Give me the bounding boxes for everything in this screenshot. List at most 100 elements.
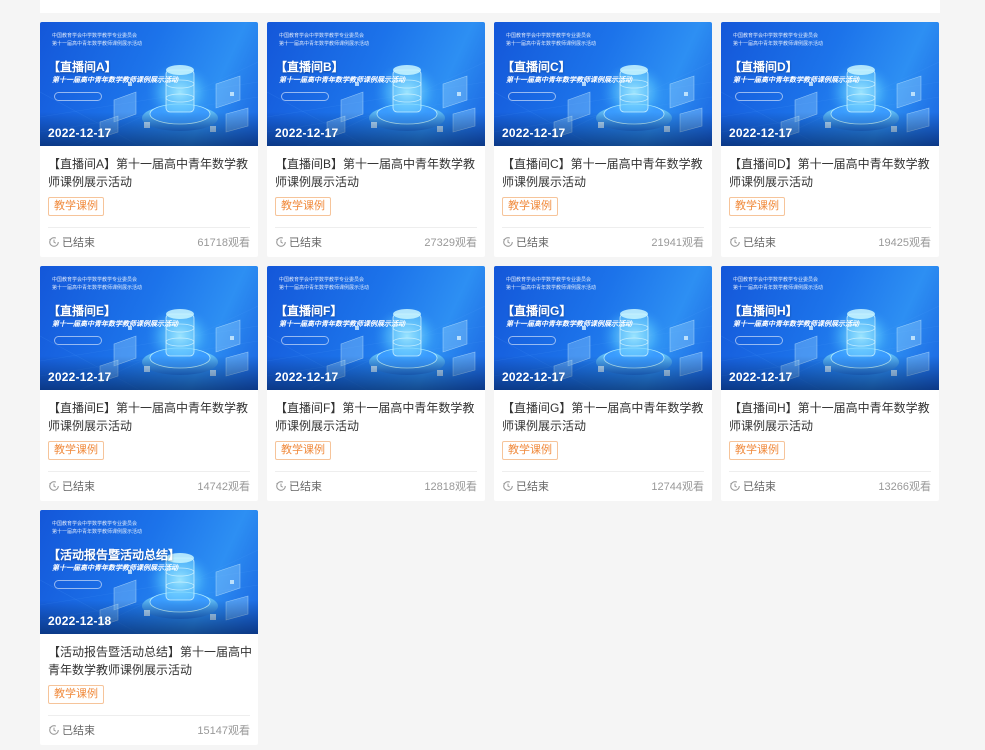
status-text: 已结束 <box>289 481 322 493</box>
live-card-2[interactable]: 中国教育学会中学数学教学专业委员会 第十一届高中青年数学教师课例展示活动 【直播… <box>267 22 485 257</box>
status-indicator: 已结束 <box>729 478 776 494</box>
svg-text:中国教育学会中学数学教学专业委员会: 中国教育学会中学数学教学专业委员会 <box>733 276 818 283</box>
card-footer: 已结束 12744观看 <box>502 478 704 494</box>
card-title[interactable]: 【直播间C】第十一届高中青年数学教师课例展示活动 <box>502 155 707 191</box>
category-tag[interactable]: 教学课例 <box>275 441 331 460</box>
card-cover-image[interactable]: 中国教育学会中学数学教学专业委员会 第十一届高中青年数学教师课例展示活动 【直播… <box>494 266 712 390</box>
replay-clock-icon <box>49 725 59 735</box>
card-title[interactable]: 【直播间H】第十一届高中青年数学教师课例展示活动 <box>729 399 934 435</box>
card-cover-image[interactable]: 中国教育学会中学数学教学专业委员会 第十一届高中青年数学教师课例展示活动 【直播… <box>40 266 258 390</box>
category-tag[interactable]: 教学课例 <box>729 441 785 460</box>
status-text: 已结束 <box>289 237 322 249</box>
card-divider <box>502 227 704 228</box>
category-tag[interactable]: 教学课例 <box>48 197 104 216</box>
card-cover-image[interactable]: 中国教育学会中学数学教学专业委员会 第十一届高中青年数学教师课例展示活动 【活动… <box>40 510 258 634</box>
view-count: 12818观看 <box>424 481 477 493</box>
card-cover-image[interactable]: 中国教育学会中学数学教学专业委员会 第十一届高中青年数学教师课例展示活动 【直播… <box>721 22 939 146</box>
view-count: 14742观看 <box>197 481 250 493</box>
card-title[interactable]: 【活动报告暨活动总结】第十一届高中青年数学教师课例展示活动 <box>48 643 253 679</box>
category-tag[interactable]: 教学课例 <box>502 197 558 216</box>
card-cover-image[interactable]: 中国教育学会中学数学教学专业委员会 第十一届高中青年数学教师课例展示活动 【直播… <box>267 266 485 390</box>
cover-subtitle: 第十一届高中青年数学教师课例展示活动 <box>733 77 859 84</box>
status-indicator: 已结束 <box>502 234 549 250</box>
cover-banner: 【直播间G】 <box>502 304 572 318</box>
live-card-4[interactable]: 中国教育学会中学数学教学专业委员会 第十一届高中青年数学教师课例展示活动 【直播… <box>721 22 939 257</box>
status-indicator: 已结束 <box>48 722 95 738</box>
category-tag[interactable]: 教学课例 <box>48 441 104 460</box>
cover-date-pill <box>281 336 329 345</box>
view-count: 27329观看 <box>424 237 477 249</box>
svg-text:第十一届高中青年数学教师课例展示活动: 第十一届高中青年数学教师课例展示活动 <box>506 40 596 47</box>
cover-date-pill <box>735 336 783 345</box>
live-card-5[interactable]: 中国教育学会中学数学教学专业委员会 第十一届高中青年数学教师课例展示活动 【直播… <box>40 266 258 501</box>
card-divider <box>48 227 250 228</box>
cover-subtitle: 第十一届高中青年数学教师课例展示活动 <box>52 565 178 572</box>
cover-subtitle: 第十一届高中青年数学教师课例展示活动 <box>506 77 632 84</box>
live-card-7[interactable]: 中国教育学会中学数学教学专业委员会 第十一届高中青年数学教师课例展示活动 【直播… <box>494 266 712 501</box>
svg-text:中国教育学会中学数学教学专业委员会: 中国教育学会中学数学教学专业委员会 <box>52 520 137 527</box>
status-text: 已结束 <box>516 481 549 493</box>
category-tag[interactable]: 教学课例 <box>48 685 104 704</box>
live-card-3[interactable]: 中国教育学会中学数学教学专业委员会 第十一届高中青年数学教师课例展示活动 【直播… <box>494 22 712 257</box>
card-footer: 已结束 12818观看 <box>275 478 477 494</box>
card-date: 2022-12-17 <box>502 370 566 384</box>
replay-clock-icon <box>503 237 513 247</box>
card-title[interactable]: 【直播间F】第十一届高中青年数学教师课例展示活动 <box>275 399 480 435</box>
card-divider <box>48 715 250 716</box>
card-divider <box>729 471 931 472</box>
cover-subtitle: 第十一届高中青年数学教师课例展示活动 <box>279 321 405 328</box>
status-indicator: 已结束 <box>275 234 322 250</box>
cover-date-pill <box>281 92 329 101</box>
status-text: 已结束 <box>62 481 95 493</box>
category-tag[interactable]: 教学课例 <box>729 197 785 216</box>
status-text: 已结束 <box>62 725 95 737</box>
card-cover-image[interactable]: 中国教育学会中学数学教学专业委员会 第十一届高中青年数学教师课例展示活动 【直播… <box>494 22 712 146</box>
card-title[interactable]: 【直播间E】第十一届高中青年数学教师课例展示活动 <box>48 399 253 435</box>
card-cover-image[interactable]: 中国教育学会中学数学教学专业委员会 第十一届高中青年数学教师课例展示活动 【直播… <box>40 22 258 146</box>
status-indicator: 已结束 <box>275 478 322 494</box>
card-divider <box>48 471 250 472</box>
status-indicator: 已结束 <box>48 234 95 250</box>
svg-text:第十一届高中青年数学教师课例展示活动: 第十一届高中青年数学教师课例展示活动 <box>52 40 142 47</box>
status-text: 已结束 <box>743 481 776 493</box>
status-indicator: 已结束 <box>729 234 776 250</box>
status-text: 已结束 <box>743 237 776 249</box>
card-title[interactable]: 【直播间A】第十一届高中青年数学教师课例展示活动 <box>48 155 253 191</box>
svg-text:中国教育学会中学数学教学专业委员会: 中国教育学会中学数学教学专业委员会 <box>506 32 591 39</box>
card-divider <box>275 227 477 228</box>
card-title[interactable]: 【直播间G】第十一届高中青年数学教师课例展示活动 <box>502 399 707 435</box>
live-card-1[interactable]: 中国教育学会中学数学教学专业委员会 第十一届高中青年数学教师课例展示活动 【直播… <box>40 22 258 257</box>
card-title[interactable]: 【直播间B】第十一届高中青年数学教师课例展示活动 <box>275 155 480 191</box>
card-footer: 已结束 14742观看 <box>48 478 250 494</box>
card-date: 2022-12-17 <box>48 126 112 140</box>
status-indicator: 已结束 <box>502 478 549 494</box>
cover-banner: 【直播间A】 <box>48 60 117 74</box>
svg-text:中国教育学会中学数学教学专业委员会: 中国教育学会中学数学教学专业委员会 <box>52 276 137 283</box>
svg-text:中国教育学会中学数学教学专业委员会: 中国教育学会中学数学教学专业委员会 <box>506 276 591 283</box>
cover-banner: 【直播间F】 <box>275 304 343 318</box>
card-footer: 已结束 13266观看 <box>729 478 931 494</box>
replay-clock-icon <box>730 481 740 491</box>
card-footer: 已结束 21941观看 <box>502 234 704 250</box>
svg-text:第十一届高中青年数学教师课例展示活动: 第十一届高中青年数学教师课例展示活动 <box>52 528 142 535</box>
view-count: 15147观看 <box>197 725 250 737</box>
view-count: 13266观看 <box>878 481 931 493</box>
card-date: 2022-12-17 <box>729 370 793 384</box>
cover-banner: 【活动报告暨活动总结】 <box>48 548 181 562</box>
svg-text:第十一届高中青年数学教师课例展示活动: 第十一届高中青年数学教师课例展示活动 <box>279 40 369 47</box>
card-cover-image[interactable]: 中国教育学会中学数学教学专业委员会 第十一届高中青年数学教师课例展示活动 【直播… <box>721 266 939 390</box>
card-date: 2022-12-17 <box>502 126 566 140</box>
cover-banner: 【直播间H】 <box>729 304 798 318</box>
status-text: 已结束 <box>516 237 549 249</box>
category-tag[interactable]: 教学课例 <box>275 197 331 216</box>
svg-text:第十一届高中青年数学教师课例展示活动: 第十一届高中青年数学教师课例展示活动 <box>279 284 369 291</box>
cover-banner: 【直播间E】 <box>48 304 117 318</box>
card-footer: 已结束 15147观看 <box>48 722 250 738</box>
card-title[interactable]: 【直播间D】第十一届高中青年数学教师课例展示活动 <box>729 155 934 191</box>
live-card-8[interactable]: 中国教育学会中学数学教学专业委员会 第十一届高中青年数学教师课例展示活动 【直播… <box>721 266 939 501</box>
cover-date-pill <box>54 92 102 101</box>
live-card-6[interactable]: 中国教育学会中学数学教学专业委员会 第十一届高中青年数学教师课例展示活动 【直播… <box>267 266 485 501</box>
live-card-9[interactable]: 中国教育学会中学数学教学专业委员会 第十一届高中青年数学教师课例展示活动 【活动… <box>40 510 258 745</box>
category-tag[interactable]: 教学课例 <box>502 441 558 460</box>
card-cover-image[interactable]: 中国教育学会中学数学教学专业委员会 第十一届高中青年数学教师课例展示活动 【直播… <box>267 22 485 146</box>
